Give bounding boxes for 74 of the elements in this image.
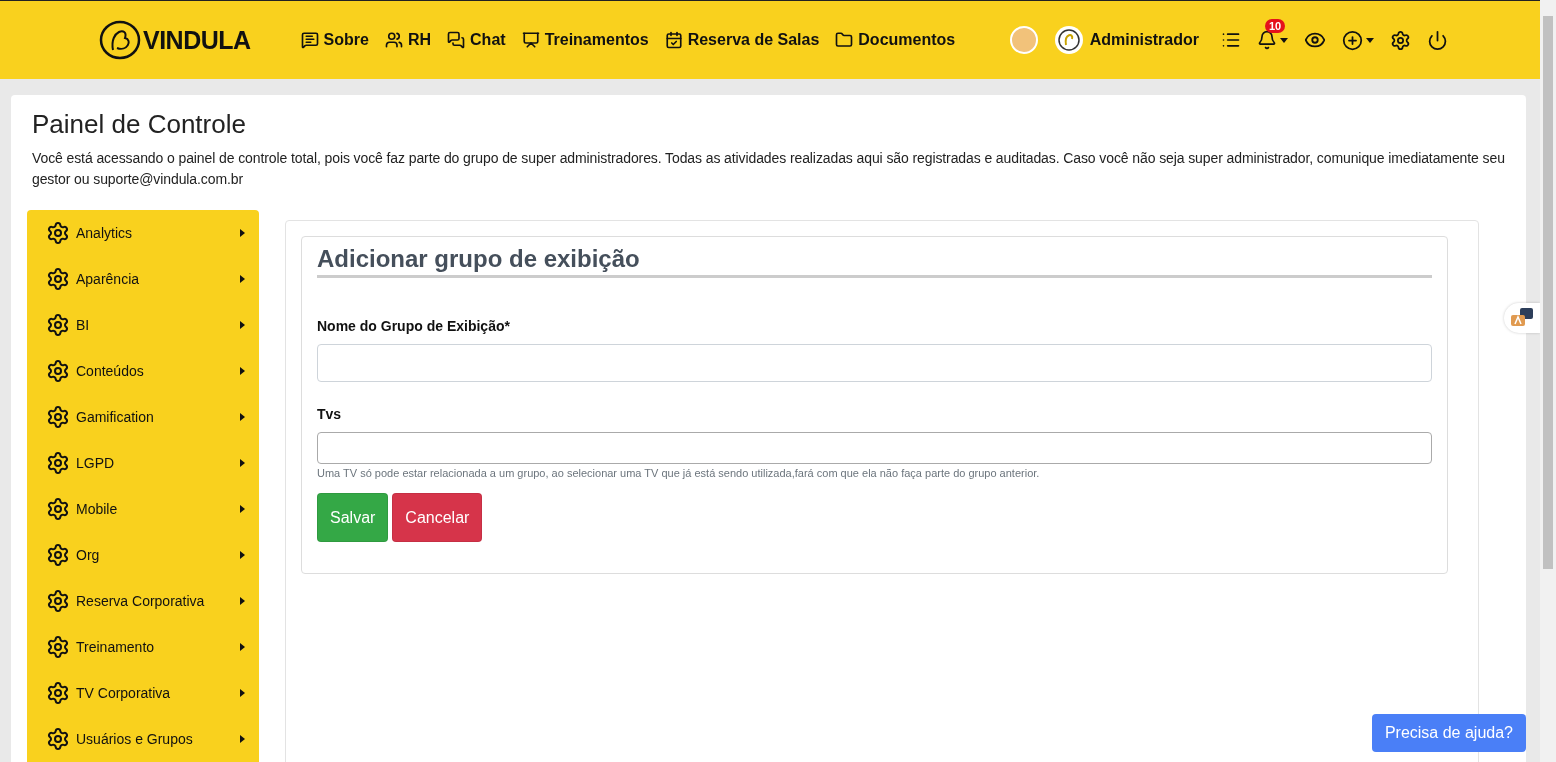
plus-icon [1342, 29, 1363, 51]
bell-button[interactable] [1257, 30, 1288, 50]
add-button[interactable] [1342, 29, 1374, 51]
sidebar-item[interactable]: Mobile [27, 486, 259, 532]
page-title: Painel de Controle [32, 109, 247, 140]
logo-icon [1053, 25, 1084, 55]
nav-link[interactable]: Sobre [300, 31, 369, 49]
gear-icon [46, 497, 70, 521]
gear-icon [46, 635, 70, 659]
form-title: Adicionar grupo de exibição [317, 245, 1432, 278]
sidebar-item[interactable]: Conteúdos [27, 348, 259, 394]
cancel-button[interactable]: Cancelar [392, 493, 483, 542]
translate-widget[interactable] [1504, 303, 1540, 333]
field-label: Nome do Grupo de Exibição* [317, 318, 511, 334]
sidebar-item[interactable]: BI [27, 302, 259, 348]
caret-icon [240, 367, 245, 375]
nav-link[interactable]: RH [384, 31, 432, 49]
field-label: Tvs [317, 406, 343, 422]
translate-icon [1510, 307, 1534, 329]
sidebar-item[interactable]: TV Corporativa [27, 670, 259, 716]
caret-icon [240, 321, 245, 329]
presentation-icon [521, 31, 540, 49]
caret-icon [240, 689, 245, 697]
caret-icon [240, 505, 245, 513]
caret-icon [1366, 37, 1374, 43]
caret-icon [240, 551, 245, 559]
message-icon [300, 31, 319, 49]
gear-icon [46, 727, 70, 751]
caret-icon [240, 459, 245, 467]
user-menu[interactable]: Administrador [1053, 25, 1199, 55]
gear-icon [46, 313, 70, 337]
sidebar-item[interactable]: Aparência [27, 256, 259, 302]
caret-icon [240, 597, 245, 605]
gear-icon [46, 267, 70, 291]
caret-icon [1280, 37, 1288, 43]
bell-icon [1257, 30, 1277, 50]
sidebar-item[interactable]: Gamification [27, 394, 259, 440]
power-icon[interactable] [1427, 29, 1448, 51]
page-description: Você está acessando o painel de controle total, pois você faz parte do grupo de super administradores. Todas as atividades realizadas aqui são registradas e auditadas. Caso você não seja super administrador, comunique imediatamente seu gestor ou suporte@vindula.com.br [32, 149, 1505, 189]
calendar-icon [664, 31, 683, 49]
help-button[interactable]: Precisa de ajuda? [1371, 714, 1526, 752]
sidebar-item[interactable]: Usuários e Grupos [27, 716, 259, 762]
sidebar-item[interactable]: Analytics [27, 210, 259, 256]
nav-link[interactable]: Chat [447, 31, 506, 49]
gear-icon [46, 451, 70, 475]
logo-text: VINDULA [143, 25, 251, 55]
caret-icon [240, 735, 245, 743]
list-icon[interactable] [1221, 30, 1241, 50]
caret-icon [240, 643, 245, 651]
gear-icon [46, 681, 70, 705]
sidebar-item[interactable]: Treinamento [27, 624, 259, 670]
input-field[interactable] [317, 344, 1432, 382]
nav-link[interactable]: Reserva de Salas [664, 31, 820, 49]
select-field[interactable] [317, 432, 1432, 464]
people-icon [384, 31, 403, 49]
gear-icon [46, 543, 70, 567]
sidebar-item[interactable]: Org [27, 532, 259, 578]
caret-icon [240, 229, 245, 237]
nav-link[interactable]: Documentos [835, 31, 956, 49]
chat-icon [447, 31, 466, 49]
notification-count: 10 [1265, 19, 1286, 33]
caret-icon [240, 413, 245, 421]
settings-icon[interactable] [1390, 29, 1411, 51]
nav-link[interactable]: Treinamentos [521, 31, 649, 49]
caret-icon [240, 275, 245, 283]
help-text: Uma TV só pode estar relacionada a um grupo, ao selecionar uma TV que já está sendo utilizada,fará com que ela não faça parte do grupo anterior. [317, 467, 1041, 479]
gear-icon [46, 405, 70, 429]
gear-icon [46, 359, 70, 383]
sidebar-item[interactable]: Reserva Corporativa [27, 578, 259, 624]
logo-icon [99, 20, 141, 60]
sidebar-item[interactable]: LGPD [27, 440, 259, 486]
folder-icon [835, 31, 854, 49]
gear-icon [46, 221, 70, 245]
gear-icon [46, 589, 70, 613]
